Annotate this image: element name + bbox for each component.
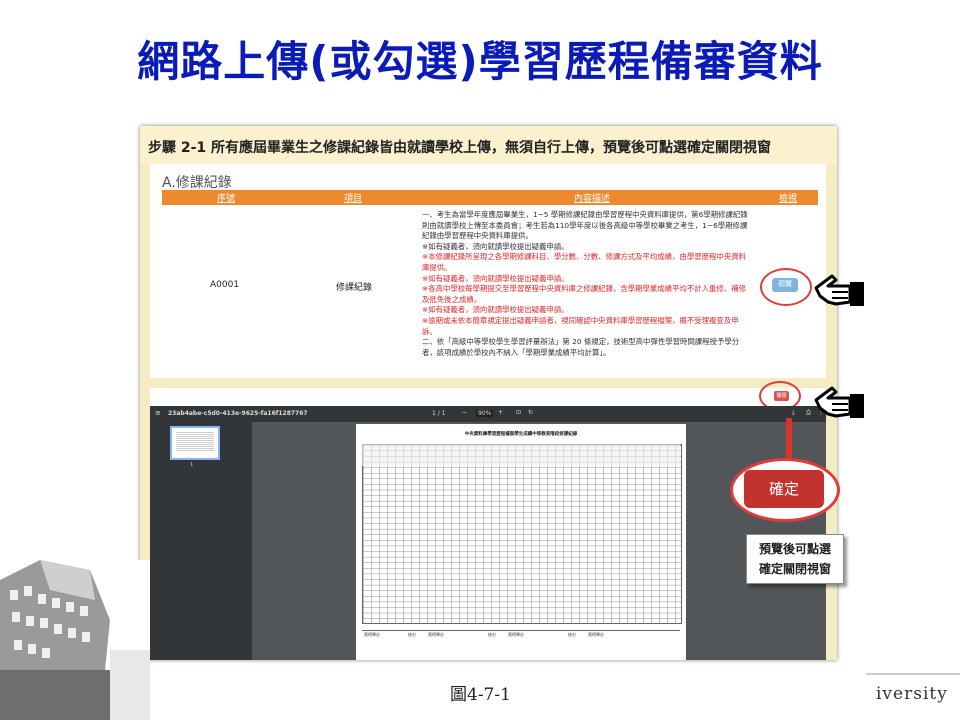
row-id: A0001 — [210, 280, 240, 290]
column-header-id: 序號 — [217, 194, 236, 204]
building-graphic — [0, 560, 150, 720]
footer-label: 核分 — [568, 632, 576, 637]
desc-line: ※如有疑義者，須向就讀學校提出疑義申請。 — [422, 241, 569, 251]
screenshot-frame: 步驟 2-1 所有應屆畢業生之修課紀錄皆由就讀學校上傳，無須自行上傳，預覽後可點… — [140, 126, 837, 660]
pdf-filename: 23ab4abe-c5d0-413e-9625-fa16f1287767 — [168, 410, 308, 417]
rotate-icon[interactable]: ↻ — [528, 409, 533, 416]
course-record-panel: A.修課紀錄 序號 項目 內容描述 檢視 A0001 修課紀錄 一、考生為當學年… — [150, 164, 826, 378]
pointing-hand-icon — [814, 386, 864, 418]
pdf-top-strip: 關閉 — [150, 381, 826, 411]
zoom-out-icon[interactable]: − — [462, 409, 467, 416]
download-icon[interactable]: ⤓ — [792, 409, 795, 417]
desc-line: ※如有疑義者，須向就讀學校提出疑義申請。 — [422, 273, 569, 283]
step-text: 步驟 2-1 所有應屆畢業生之修課紀錄皆由就讀學校上傳，無須自行上傳，預覽後可點… — [148, 140, 772, 156]
pdf-page: 中央資料庫學習歷程檔案學生成績中等教育階段修課紀錄 實得學分 核分 實得學分 核… — [356, 424, 686, 660]
step-banner: 步驟 2-1 所有應屆畢業生之修課紀錄皆由就讀學校上傳，無須自行上傳，預覽後可點… — [140, 126, 837, 164]
page-thumbnail[interactable] — [170, 426, 220, 460]
confirm-callout: 確定 — [730, 458, 840, 522]
row-item: 修課紀錄 — [336, 283, 373, 293]
fit-page-icon[interactable]: ⊡ — [516, 409, 521, 416]
figure-caption: 圖4-7-1 — [450, 685, 511, 705]
pdf-thumbnail-sidebar: 1 — [150, 422, 252, 660]
table-header: 序號 項目 內容描述 檢視 — [162, 190, 818, 205]
desc-line: ※逾期或未依本簡章規定提出疑義申請者，視同確認中央資料庫學習歷程檔案，概不受理複… — [422, 315, 739, 336]
document-title: 中央資料庫學習歷程檔案學生成績中等教育階段修課紀錄 — [464, 432, 578, 437]
note-line: 預覽後可點選 — [758, 542, 831, 556]
pointing-hand-icon — [814, 274, 864, 306]
desc-line: 一、考生為當學年度應屆畢業生，1~5 學期修課紀錄由學習歷程中央資料庫提供，第6… — [422, 210, 748, 241]
close-button[interactable]: 關閉 — [774, 391, 789, 401]
desc-line: ※如有疑義者，須向就讀學校提出疑義申請。 — [422, 305, 569, 315]
footer-label: 實得學分 — [364, 632, 380, 637]
print-icon[interactable]: ⎙ — [806, 409, 811, 417]
desc-line: ※各高中學校每學期提交至學習歷程中央資料庫之修課紀錄，含學期學業成績平均不計入重… — [422, 284, 746, 304]
footer-logo-text: iversity — [876, 684, 948, 704]
footer-label: 實得學分 — [508, 632, 524, 637]
slide-title: 網路上傳(或勾選)學習歷程備審資料 — [137, 37, 823, 86]
footer-label: 核分 — [408, 632, 416, 637]
confirm-button[interactable]: 確定 — [744, 470, 824, 508]
course-record-grid — [362, 444, 682, 624]
grid-header-band — [362, 444, 680, 466]
footer-label: 實得學分 — [588, 632, 604, 637]
preview-button[interactable]: 預覽 — [772, 278, 798, 292]
zoom-level[interactable]: 90% — [476, 410, 494, 417]
thumbnail-page-number: 1 — [190, 462, 194, 468]
column-header-description: 內容描述 — [574, 194, 611, 204]
desc-line: ※本修課紀錄所呈現之各學期修課科目、學分數、分數、修課方式及平均成績，由學習歷程… — [422, 252, 746, 272]
note-line: 確定關閉視窗 — [758, 562, 831, 576]
footer-label: 實得學分 — [428, 632, 444, 637]
section-title: A.修課紀錄 — [162, 175, 232, 191]
footer-label: 核分 — [488, 632, 496, 637]
callout-note: 預覽後可點選 確定關閉視窗 — [746, 534, 844, 584]
page-indicator[interactable]: 1 / 1 — [432, 410, 445, 417]
zoom-in-icon[interactable]: + — [498, 409, 503, 416]
column-header-view: 檢視 — [779, 194, 798, 204]
menu-icon[interactable]: ≡ — [155, 409, 161, 417]
row-description: 一、考生為當學年度應屆畢業生，1~5 學期修課紀錄由學習歷程中央資料庫提供，第6… — [422, 210, 752, 358]
column-header-item: 項目 — [344, 194, 363, 204]
desc-line: 二、依「高級中等學校學生學習評量辦法」第 20 條規定，技術型高中彈性學習時間課… — [422, 337, 740, 357]
pdf-toolbar: ≡ 23ab4abe-c5d0-413e-9625-fa16f1287767 1… — [150, 406, 826, 422]
pdf-viewer: 關閉 ≡ 23ab4abe-c5d0-413e-9625-fa16f128776… — [150, 381, 826, 660]
grid-footer: 實得學分 核分 實得學分 核分 實得學分 核分 實得學分 — [362, 630, 680, 639]
